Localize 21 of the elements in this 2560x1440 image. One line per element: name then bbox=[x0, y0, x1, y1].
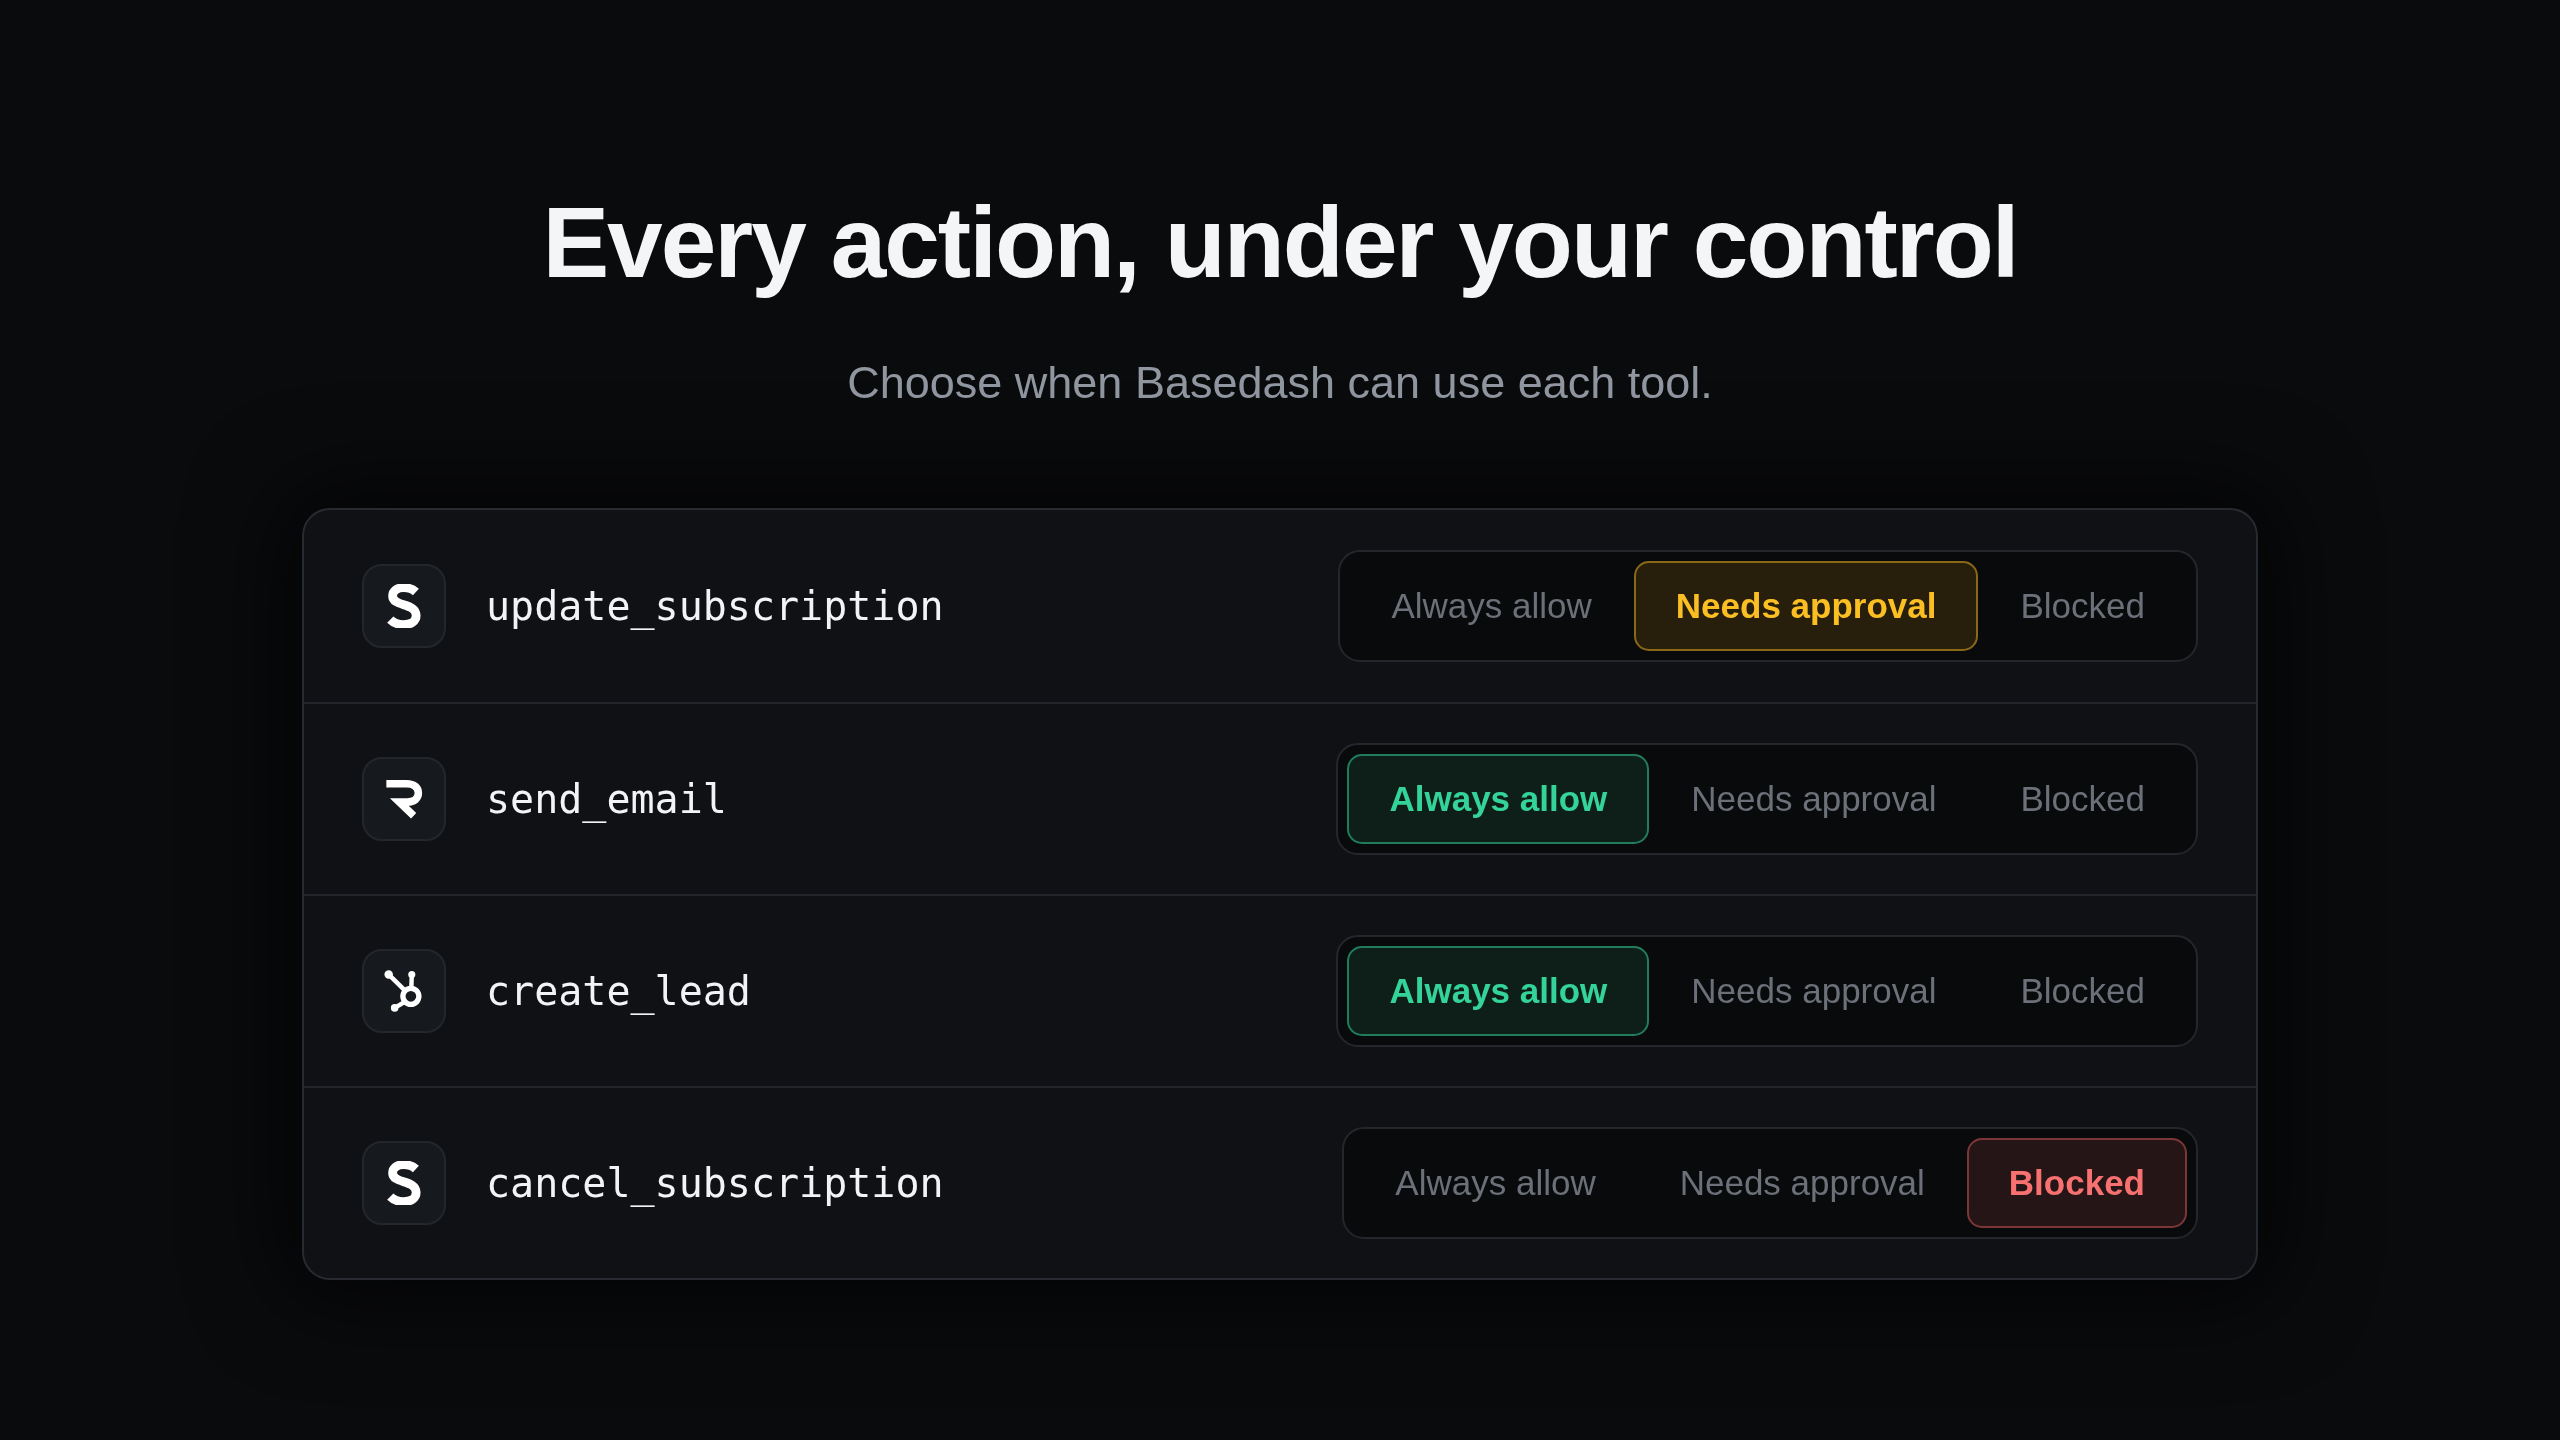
permission-option[interactable]: Always allow bbox=[1347, 754, 1650, 844]
page-title: Every action, under your control bbox=[542, 185, 2018, 300]
s-curve-icon bbox=[362, 1141, 446, 1225]
permission-option[interactable]: Blocked bbox=[1978, 561, 2187, 651]
angled-r-icon bbox=[362, 757, 446, 841]
permission-option[interactable]: Always allow bbox=[1353, 1138, 1638, 1228]
tool-name: create_lead bbox=[486, 968, 751, 1014]
permission-option[interactable]: Needs approval bbox=[1637, 1138, 1967, 1228]
permission-option[interactable]: Needs approval bbox=[1633, 561, 1979, 651]
tool-name: update_subscription bbox=[486, 583, 944, 629]
tool-name: cancel_subscription bbox=[486, 1160, 944, 1206]
sprocket-icon bbox=[362, 949, 446, 1033]
permission-option[interactable]: Needs approval bbox=[1649, 754, 1979, 844]
permission-option[interactable]: Blocked bbox=[1978, 754, 2187, 844]
page-subtitle: Choose when Basedash can use each tool. bbox=[847, 356, 1713, 410]
s-curve-icon bbox=[362, 564, 446, 648]
permission-option[interactable]: Needs approval bbox=[1649, 946, 1979, 1036]
tool-name: send_email bbox=[486, 776, 727, 822]
permission-option[interactable]: Blocked bbox=[1978, 946, 2187, 1036]
permission-option[interactable]: Blocked bbox=[1966, 1138, 2187, 1228]
permission-option[interactable]: Always allow bbox=[1347, 946, 1650, 1036]
